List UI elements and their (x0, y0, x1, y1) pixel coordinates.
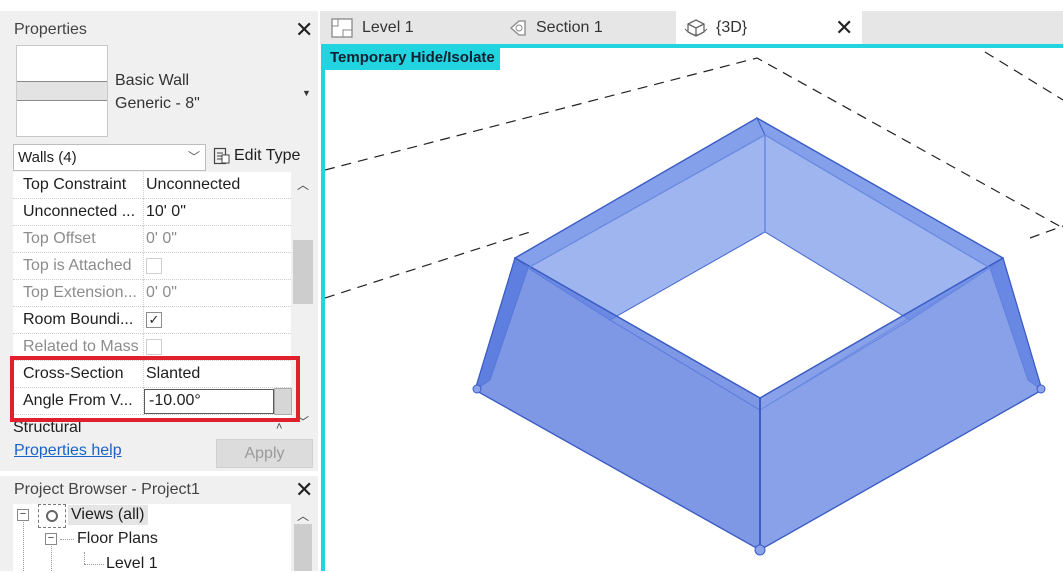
prop-value: 0' 0" (146, 284, 177, 301)
prop-row-top-offset: Top Offset 0' 0" (13, 226, 291, 253)
tree-node-floor-plans[interactable]: Floor Plans (77, 530, 158, 548)
properties-help-link[interactable]: Properties help (14, 442, 122, 460)
related-to-mass-checkbox (146, 339, 162, 355)
tree-node-level-1[interactable]: Level 1 (106, 555, 158, 573)
tree-line (60, 539, 74, 540)
tree-node-views-all[interactable]: Views (all) (68, 505, 148, 525)
collapse-views-icon[interactable]: − (17, 509, 29, 521)
type-selector-dropdown-icon[interactable]: ▼ (302, 88, 311, 98)
3d-view-icon (684, 18, 708, 37)
edit-type-icon (213, 147, 230, 165)
tree-line (84, 564, 104, 565)
room-bounding-checkbox[interactable]: ✓ (146, 312, 162, 328)
project-browser-close-icon[interactable]: ✕ (295, 479, 313, 501)
prop-name: Top Extension... (23, 284, 137, 301)
scroll-up-icon[interactable]: ︿ (297, 176, 309, 193)
top-strip (0, 0, 1063, 11)
instance-filter-value: Walls (4) (18, 149, 77, 166)
chevron-down-icon: ﹀ (187, 150, 200, 164)
prop-row-unconnected-height[interactable]: Unconnected ... 10' 0" (13, 199, 291, 226)
prop-name: Top Offset (23, 230, 96, 247)
collapse-icon[interactable]: ˄ (276, 421, 282, 433)
highlight-annotation-box (10, 356, 300, 422)
properties-title: Properties (14, 21, 87, 38)
prop-value: 0' 0" (146, 230, 177, 247)
tree-line (84, 552, 85, 564)
tab-section-1[interactable]: Section 1 (498, 11, 673, 44)
apply-button[interactable]: Apply (216, 439, 313, 468)
tab-label: {3D} (716, 18, 748, 36)
browser-scroll-up-icon[interactable]: ︿ (297, 507, 309, 524)
prop-name: Top is Attached (23, 257, 132, 274)
prop-value[interactable]: Unconnected (146, 176, 286, 194)
prop-name: Room Boundi... (23, 311, 134, 328)
views-icon (38, 504, 66, 528)
prop-value[interactable]: 10' 0" (146, 203, 286, 221)
prop-row-top-constraint[interactable]: Top Constraint Unconnected (13, 172, 291, 199)
type-family-label[interactable]: Basic Wall (115, 72, 189, 90)
prop-name: Top Constraint (23, 176, 127, 193)
prop-name: Related to Mass (23, 338, 139, 355)
tree-line (51, 546, 52, 571)
3d-wall-model[interactable] (325, 48, 1063, 571)
edit-type-label: Edit Type (234, 147, 301, 164)
type-name-label[interactable]: Generic - 8" (115, 95, 200, 113)
prop-row-top-is-attached: Top is Attached (13, 253, 291, 280)
prop-row-room-bounding[interactable]: Room Boundi... ✓ (13, 307, 291, 334)
properties-scroll-thumb[interactable] (293, 240, 313, 304)
prop-row-top-extension: Top Extension... 0' 0" (13, 280, 291, 307)
section-icon (510, 19, 526, 36)
prop-name: Unconnected ... (23, 203, 136, 220)
instance-filter-select[interactable]: Walls (4) ﹀ (13, 144, 206, 171)
tree-line (23, 520, 24, 571)
tab-close-icon[interactable]: ✕ (835, 17, 853, 39)
browser-scroll-thumb[interactable] (294, 524, 312, 571)
tab-level-1[interactable]: Level 1 (322, 11, 497, 44)
edit-type-button[interactable]: Edit Type (213, 147, 300, 165)
wall-preview-shape (17, 81, 107, 101)
tab-label: Section 1 (536, 18, 603, 36)
tab-label: Level 1 (362, 18, 414, 36)
project-browser-title: Project Browser - Project1 (14, 481, 200, 498)
type-preview-image (16, 45, 108, 137)
collapse-floor-plans-icon[interactable]: − (45, 533, 57, 545)
top-attached-checkbox (146, 258, 162, 274)
properties-close-icon[interactable]: ✕ (295, 19, 313, 41)
floor-plan-icon (331, 17, 353, 38)
